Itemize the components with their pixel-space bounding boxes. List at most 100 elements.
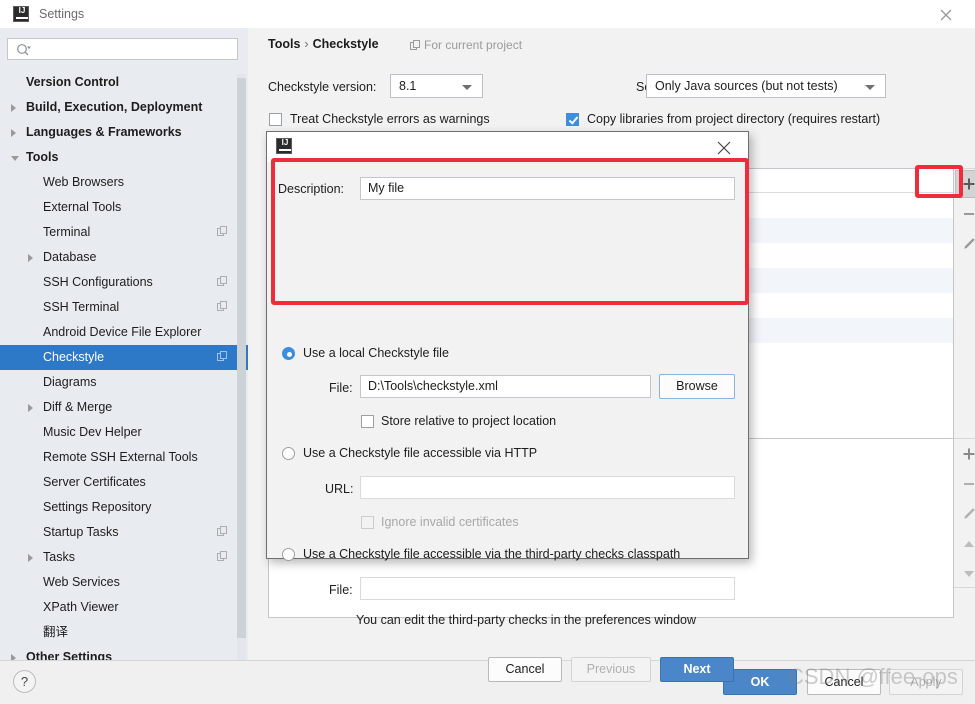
- copy-settings-icon: [217, 351, 228, 362]
- breadcrumb-separator: ›: [304, 37, 309, 51]
- close-icon[interactable]: [925, 0, 967, 28]
- chevron-right-icon[interactable]: [28, 554, 33, 562]
- dialog-previous-button[interactable]: Previous: [571, 657, 651, 682]
- sidebar-item-label: SSH Configurations: [43, 275, 153, 289]
- sidebar-item-tools[interactable]: Tools: [0, 145, 248, 170]
- search-input[interactable]: [36, 39, 231, 59]
- radio-use-classpath-file[interactable]: [282, 548, 295, 561]
- copy-libraries-checkbox[interactable]: [566, 113, 579, 126]
- edit-configuration-button[interactable]: [954, 229, 975, 259]
- radio-use-http-file[interactable]: [282, 447, 295, 460]
- apply-button[interactable]: Apply: [889, 669, 963, 695]
- chevron-right-icon[interactable]: [11, 104, 16, 112]
- sidebar-item-web-services[interactable]: Web Services: [0, 570, 248, 595]
- dialog-cancel-button[interactable]: Cancel: [488, 657, 562, 682]
- sidebar-item-label: Terminal: [43, 225, 91, 239]
- sidebar-item-server-certificates[interactable]: Server Certificates: [0, 470, 248, 495]
- sidebar-item-external-tools[interactable]: External Tools: [0, 195, 248, 220]
- sidebar-item-label: Tools: [26, 150, 59, 164]
- local-file-input[interactable]: D:\Tools\checkstyle.xml: [360, 375, 651, 398]
- sidebar-item-music-dev-helper[interactable]: Music Dev Helper: [0, 420, 248, 445]
- help-button[interactable]: ?: [13, 670, 36, 693]
- url-input[interactable]: [360, 476, 735, 499]
- sidebar-item-database[interactable]: Database: [0, 245, 248, 270]
- sidebar-scrollbar-thumb[interactable]: [237, 78, 246, 638]
- chevron-right-icon[interactable]: [28, 404, 33, 412]
- sidebar-item-xpath-viewer[interactable]: XPath Viewer: [0, 595, 248, 620]
- description-value: My file: [368, 181, 405, 195]
- plus-icon: [963, 178, 974, 190]
- sidebar-item-version-control[interactable]: Version Control: [0, 70, 248, 95]
- dialog-close-icon[interactable]: [706, 132, 742, 162]
- sidebar-item-label: Tasks: [43, 550, 75, 564]
- ok-button[interactable]: OK: [723, 669, 797, 695]
- sidebar-item-checkstyle[interactable]: Checkstyle: [0, 345, 248, 370]
- classpath-file-input[interactable]: [360, 577, 735, 600]
- sidebar-item-languages-frameworks[interactable]: Languages & Frameworks: [0, 120, 248, 145]
- radio-use-local-file[interactable]: [282, 347, 295, 360]
- sidebar-item-label: Web Services: [43, 575, 120, 589]
- description-label: Description:: [278, 182, 344, 196]
- dialog-titlebar: [267, 132, 748, 162]
- sidebar-item-web-browsers[interactable]: Web Browsers: [0, 170, 248, 195]
- sidebar-item-label: Other Settings: [26, 650, 113, 660]
- store-relative-checkbox[interactable]: [361, 415, 374, 428]
- sidebar-item-label: Remote SSH External Tools: [43, 450, 198, 464]
- sidebar-item-label: 翻译: [43, 625, 69, 639]
- sidebar-item-label: Database: [43, 250, 97, 264]
- chevron-right-icon[interactable]: [11, 129, 16, 137]
- ignore-certificates-checkbox[interactable]: [361, 516, 374, 529]
- sidebar-item-ssh-terminal[interactable]: SSH Terminal: [0, 295, 248, 320]
- sidebar-item-label: Server Certificates: [43, 475, 146, 489]
- for-current-project-label: For current project: [410, 38, 523, 52]
- sidebar-item-settings-repository[interactable]: Settings Repository: [0, 495, 248, 520]
- chevron-down-icon[interactable]: [11, 156, 19, 161]
- sidebar-item-tasks[interactable]: Tasks: [0, 545, 248, 570]
- sidebar-item-ssh-configurations[interactable]: SSH Configurations: [0, 270, 248, 295]
- classpath-file-label: File:: [329, 583, 353, 597]
- radio-use-http-file-label: Use a Checkstyle file accessible via HTT…: [303, 446, 538, 460]
- description-input[interactable]: My file: [360, 177, 735, 200]
- dialog-next-button[interactable]: Next: [660, 657, 734, 682]
- edit-third-party-button[interactable]: [954, 499, 975, 529]
- sidebar-item-remote-ssh-external-tools[interactable]: Remote SSH External Tools: [0, 445, 248, 470]
- settings-window: Settings Version Control Build, Execution…: [0, 0, 975, 704]
- sidebar-item-diff-merge[interactable]: Diff & Merge: [0, 395, 248, 420]
- remove-third-party-button[interactable]: [954, 469, 975, 499]
- browse-button[interactable]: Browse: [659, 374, 735, 399]
- search-box[interactable]: [7, 38, 238, 60]
- cancel-button[interactable]: Cancel: [807, 669, 881, 695]
- sidebar-item-label: Web Browsers: [43, 175, 125, 189]
- chevron-down-icon: [462, 85, 472, 90]
- project-scope-icon: [410, 40, 420, 50]
- radio-use-classpath-file-label: Use a Checkstyle file accessible via the…: [303, 547, 681, 561]
- checkstyle-version-select[interactable]: 8.1: [390, 74, 483, 98]
- sidebar-item-other-settings[interactable]: Other Settings: [0, 645, 248, 660]
- treat-errors-as-warnings-checkbox[interactable]: [269, 113, 282, 126]
- sidebar-item-diagrams[interactable]: Diagrams: [0, 370, 248, 395]
- for-current-project-text: For current project: [424, 38, 523, 52]
- sidebar-item-build-execution-deployment[interactable]: Build, Execution, Deployment: [0, 95, 248, 120]
- sidebar-scrollbar[interactable]: [237, 74, 246, 660]
- add-third-party-button[interactable]: [954, 439, 975, 469]
- local-file-value: D:\Tools\checkstyle.xml: [368, 379, 498, 393]
- breadcrumb-parent[interactable]: Tools: [268, 37, 300, 51]
- pencil-icon: [963, 508, 975, 519]
- checkstyle-version-label: Checkstyle version:: [268, 80, 377, 94]
- chevron-right-icon[interactable]: [28, 254, 33, 262]
- sidebar-item-label: Startup Tasks: [43, 525, 119, 539]
- move-down-button[interactable]: [954, 559, 975, 589]
- move-up-icon: [963, 541, 974, 547]
- sidebar-item-label: Build, Execution, Deployment: [26, 100, 203, 114]
- sidebar-item-startup-tasks[interactable]: Startup Tasks: [0, 520, 248, 545]
- sidebar-item-terminal[interactable]: Terminal: [0, 220, 248, 245]
- sidebar-item-android-device-file-explorer[interactable]: Android Device File Explorer: [0, 320, 248, 345]
- add-configuration-button[interactable]: [955, 170, 975, 198]
- move-up-button[interactable]: [954, 529, 975, 559]
- scan-scope-select[interactable]: Only Java sources (but not tests): [646, 74, 886, 98]
- settings-sidebar: Version Control Build, Execution, Deploym…: [0, 28, 248, 660]
- remove-configuration-button[interactable]: [954, 199, 975, 229]
- search-icon: [16, 43, 32, 60]
- sidebar-item-[interactable]: 翻译: [0, 620, 248, 645]
- scan-scope-value: Only Java sources (but not tests): [655, 79, 838, 93]
